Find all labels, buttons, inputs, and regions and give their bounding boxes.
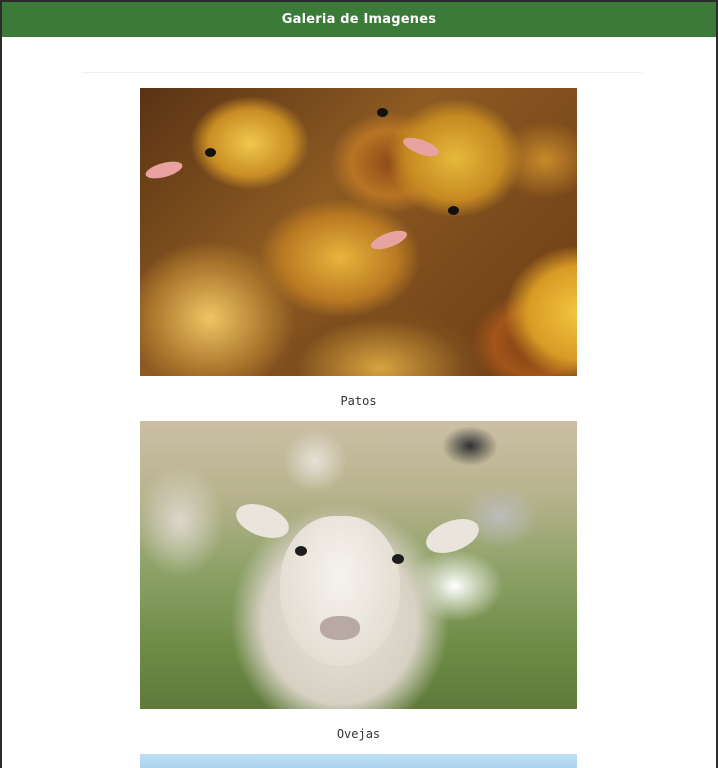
image-caption: Ovejas bbox=[336, 727, 381, 741]
duckling-eye bbox=[377, 108, 388, 117]
sheep-eye bbox=[392, 554, 404, 564]
header-divider bbox=[82, 72, 642, 73]
gallery-item-ovejas: Ovejas bbox=[140, 421, 577, 754]
sheep-eye bbox=[295, 546, 307, 556]
sheep-ear bbox=[231, 497, 294, 545]
duckling-beak bbox=[400, 133, 442, 161]
page-title: Galeria de Imagenes bbox=[281, 12, 437, 27]
image-caption: Patos bbox=[340, 394, 377, 408]
gallery-item-patos: Patos bbox=[140, 88, 577, 421]
gallery-page: Galeria de Imagenes Patos Ovejas bbox=[0, 0, 718, 768]
sheep-face bbox=[280, 516, 400, 666]
duckling-beak bbox=[368, 226, 410, 254]
ducklings-image[interactable] bbox=[140, 88, 577, 376]
sheep-ear bbox=[421, 512, 484, 560]
sheep-image[interactable] bbox=[140, 421, 577, 709]
sheep-nose bbox=[320, 616, 360, 640]
duckling-eye bbox=[448, 206, 459, 215]
duckling-eye bbox=[205, 148, 216, 157]
page-header: Galeria de Imagenes bbox=[2, 2, 716, 37]
duckling-beak bbox=[143, 158, 185, 182]
